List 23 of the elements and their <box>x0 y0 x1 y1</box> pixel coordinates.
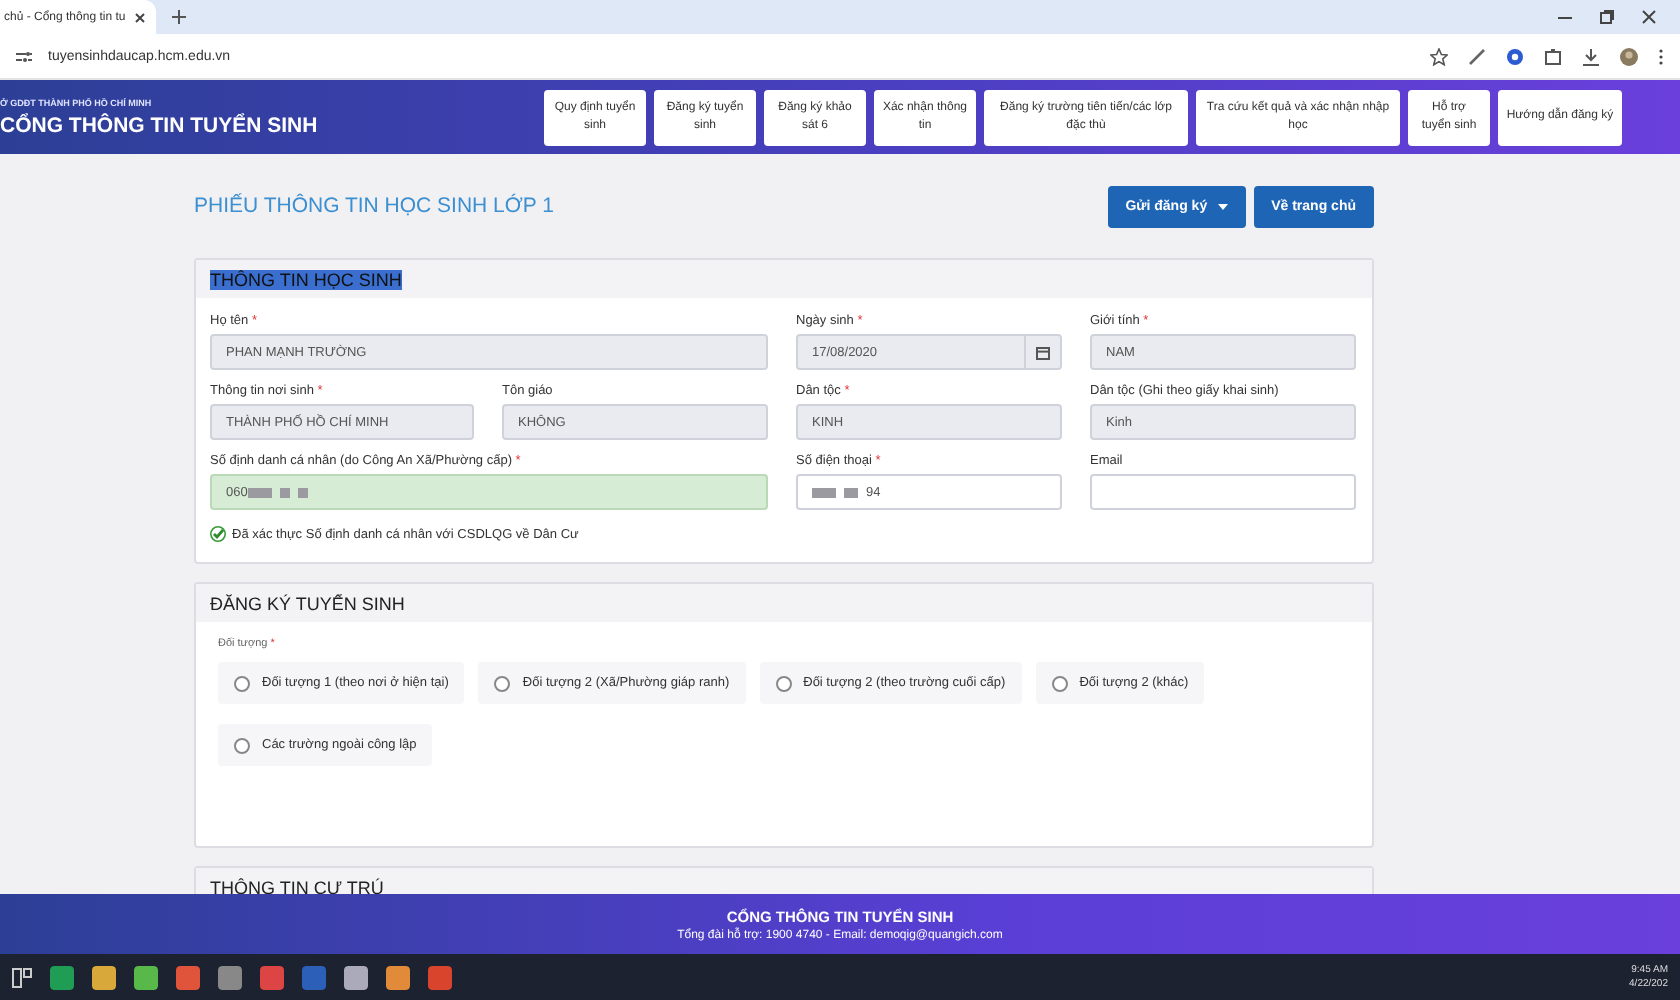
restore-icon[interactable] <box>1600 10 1614 24</box>
close-icon[interactable] <box>1642 10 1656 24</box>
page-title: PHIẾU THÔNG TIN HỌC SINH LỚP 1 <box>194 194 554 218</box>
close-icon[interactable] <box>133 11 146 23</box>
app-icon[interactable] <box>428 965 452 989</box>
app-icon[interactable] <box>386 965 410 989</box>
site-title: CỔNG THÔNG TIN TUYỂN SINH <box>0 113 320 137</box>
section-title: THÔNG TIN CƯ TRÚ <box>210 877 384 894</box>
check-icon <box>210 526 226 542</box>
download-icon[interactable] <box>1582 47 1600 65</box>
section-title: THÔNG TIN HỌC SINH <box>210 269 402 289</box>
caret-icon <box>1217 203 1228 209</box>
section-title: ĐĂNG KÝ TUYỂN SINH <box>210 593 405 613</box>
task-view-icon[interactable] <box>12 967 32 987</box>
extension-circle-icon[interactable] <box>1506 47 1524 65</box>
more-icon[interactable] <box>1658 47 1664 65</box>
app-icon[interactable] <box>344 965 368 989</box>
calendar-icon[interactable] <box>1036 345 1050 359</box>
plus-icon[interactable] <box>172 10 186 24</box>
avatar-icon[interactable] <box>1620 47 1638 65</box>
star-icon[interactable] <box>1430 47 1448 65</box>
site-settings-icon[interactable] <box>16 49 32 63</box>
input-field[interactable] <box>1090 474 1356 510</box>
